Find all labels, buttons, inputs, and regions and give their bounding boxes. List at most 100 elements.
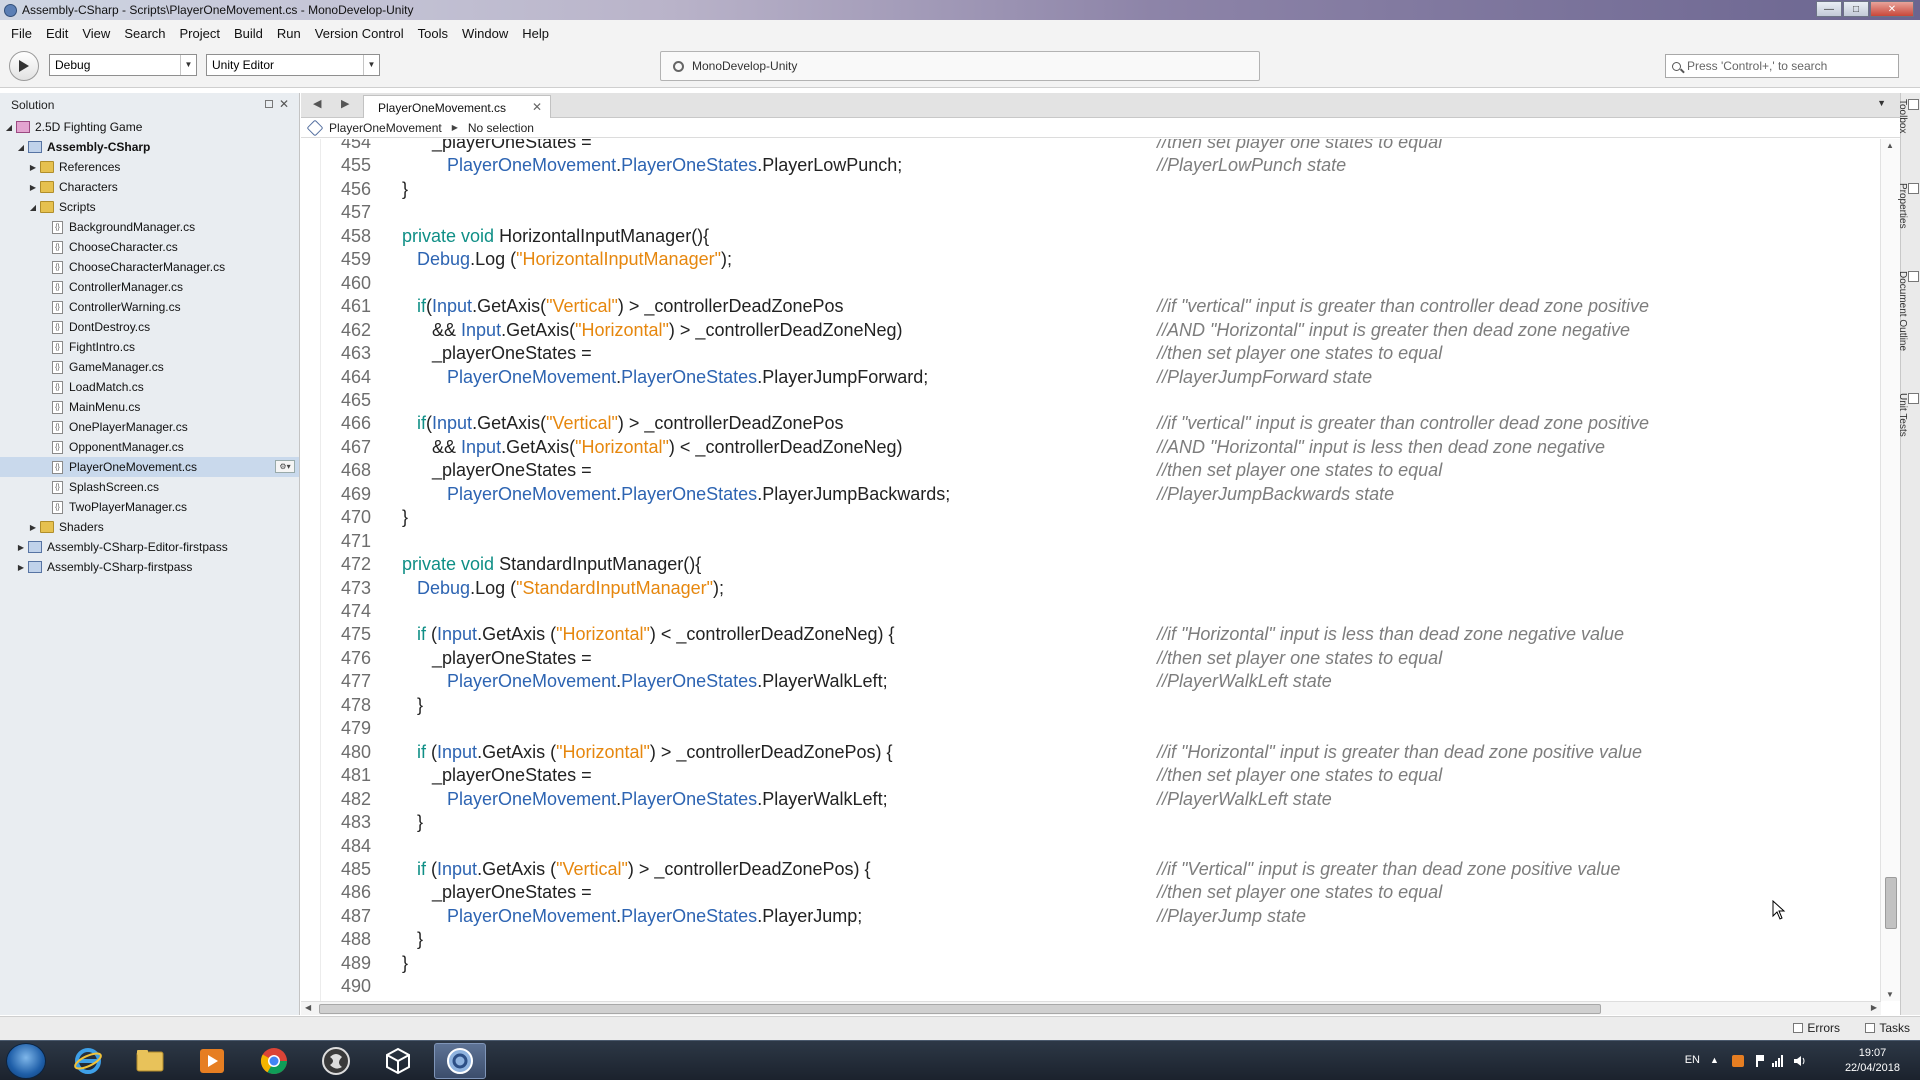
internet-explorer-icon[interactable]	[62, 1043, 114, 1079]
breadcrumb-class[interactable]: PlayerOneMovement	[329, 121, 442, 135]
code-line[interactable]: 471	[301, 530, 1881, 553]
tree-item[interactable]: {} LoadMatch.cs	[0, 377, 299, 397]
code-line[interactable]: 465	[301, 389, 1881, 412]
media-player-icon[interactable]	[186, 1043, 238, 1079]
code-line[interactable]: 474	[301, 600, 1881, 623]
code-line[interactable]: 481 _playerOneStates = //then set player …	[301, 764, 1881, 787]
tree-item[interactable]: {} MainMenu.cs	[0, 397, 299, 417]
maximize-icon[interactable]: □	[1843, 1, 1869, 17]
code-line[interactable]: 462 && Input.GetAxis("Horizontal") > _co…	[301, 319, 1881, 342]
tab-list-icon[interactable]: ▼	[1877, 98, 1886, 108]
tree-item[interactable]: ◢ Scripts	[0, 197, 299, 217]
tree-item[interactable]: {} DontDestroy.cs	[0, 317, 299, 337]
collapsed-arrow-icon[interactable]: ▶	[28, 183, 38, 192]
chrome-icon[interactable]	[248, 1043, 300, 1079]
code-line[interactable]: 473 Debug.Log ("StandardInputManager");	[301, 577, 1881, 600]
menu-project[interactable]: Project	[173, 26, 227, 41]
pad-unit-tests[interactable]: Unit Tests	[1897, 393, 1919, 437]
pad-properties[interactable]: Properties	[1897, 183, 1919, 229]
tree-item[interactable]: {} FightIntro.cs	[0, 337, 299, 357]
code-line[interactable]: 464 PlayerOneMovement.PlayerOneStates.Pl…	[301, 366, 1881, 389]
network-icon[interactable]	[1772, 1055, 1784, 1067]
code-line[interactable]: 475 if (Input.GetAxis ("Horizontal") < _…	[301, 623, 1881, 646]
code-line[interactable]: 455 PlayerOneMovement.PlayerOneStates.Pl…	[301, 154, 1881, 177]
code-line[interactable]: 490	[301, 975, 1881, 998]
collapsed-arrow-icon[interactable]: ▶	[28, 163, 38, 172]
code-line[interactable]: 459 Debug.Log ("HorizontalInputManager")…	[301, 248, 1881, 271]
code-line[interactable]: 483 }	[301, 811, 1881, 834]
code-line[interactable]: 454 _playerOneStates = //then set player …	[301, 139, 1881, 154]
unity-hub-icon[interactable]	[310, 1043, 362, 1079]
code-line[interactable]: 476 _playerOneStates = //then set player …	[301, 647, 1881, 670]
tree-item[interactable]: {} PlayerOneMovement.cs ⚙▾	[0, 457, 299, 477]
tree-item[interactable]: {} OpponentManager.cs	[0, 437, 299, 457]
horizontal-scroll-thumb[interactable]	[319, 1004, 1601, 1014]
expanded-arrow-icon[interactable]: ◢	[4, 123, 14, 132]
menu-help[interactable]: Help	[515, 26, 556, 41]
code-line[interactable]: 484	[301, 835, 1881, 858]
code-line[interactable]: 468 _playerOneStates = //then set player …	[301, 459, 1881, 482]
pin-icon[interactable]	[265, 100, 273, 108]
collapsed-arrow-icon[interactable]: ▶	[28, 523, 38, 532]
code-line[interactable]: 472 private void StandardInputManager(){	[301, 553, 1881, 576]
scroll-down-icon[interactable]: ▼	[1886, 990, 1894, 999]
minimize-icon[interactable]: —	[1816, 1, 1842, 17]
pad-toolbox[interactable]: Toolbox	[1897, 99, 1919, 133]
code-area[interactable]: 454 _playerOneStates = //then set player …	[301, 139, 1881, 1001]
menu-run[interactable]: Run	[270, 26, 308, 41]
code-line[interactable]: 477 PlayerOneMovement.PlayerOneStates.Pl…	[301, 670, 1881, 693]
tree-item[interactable]: {} ChooseCharacterManager.cs	[0, 257, 299, 277]
menu-tools[interactable]: Tools	[411, 26, 455, 41]
vertical-scrollbar[interactable]: ▲ ▼	[1880, 139, 1900, 1001]
code-line[interactable]: 457	[301, 201, 1881, 224]
menu-search[interactable]: Search	[117, 26, 172, 41]
code-line[interactable]: 456 }	[301, 178, 1881, 201]
menu-window[interactable]: Window	[455, 26, 515, 41]
menu-edit[interactable]: Edit	[39, 26, 75, 41]
tree-item[interactable]: {} OnePlayerManager.cs	[0, 417, 299, 437]
clock[interactable]: 19:07 22/04/2018	[1845, 1046, 1900, 1076]
tree-item[interactable]: ◢ 2.5D Fighting Game	[0, 117, 299, 137]
tray-app-icon[interactable]	[1732, 1055, 1744, 1067]
vertical-scroll-thumb[interactable]	[1885, 877, 1897, 929]
action-center-icon[interactable]	[1756, 1055, 1764, 1067]
expanded-arrow-icon[interactable]: ◢	[28, 203, 38, 212]
menu-file[interactable]: File	[4, 26, 39, 41]
menu-view[interactable]: View	[75, 26, 117, 41]
code-line[interactable]: 469 PlayerOneMovement.PlayerOneStates.Pl…	[301, 483, 1881, 506]
code-line[interactable]: 461 if(Input.GetAxis("Vertical") > _cont…	[301, 295, 1881, 318]
expanded-arrow-icon[interactable]: ◢	[16, 143, 26, 152]
tree-item[interactable]: ▶ References	[0, 157, 299, 177]
language-indicator[interactable]: EN	[1685, 1054, 1700, 1066]
tree-item[interactable]: {} SplashScreen.cs	[0, 477, 299, 497]
tree-item[interactable]: ▶ Shaders	[0, 517, 299, 537]
pad-document-outline[interactable]: Document Outline	[1897, 271, 1919, 351]
code-line[interactable]: 458 private void HorizontalInputManager(…	[301, 225, 1881, 248]
errors-button[interactable]: Errors	[1793, 1021, 1840, 1035]
tree-item[interactable]: {} ChooseCharacter.cs	[0, 237, 299, 257]
configuration-select[interactable]: Debug ▼	[49, 54, 197, 76]
tree-item[interactable]: {} BackgroundManager.cs	[0, 217, 299, 237]
code-line[interactable]: 480 if (Input.GetAxis ("Horizontal") > _…	[301, 741, 1881, 764]
monodevelop-icon[interactable]	[434, 1043, 486, 1079]
tree-item[interactable]: {} TwoPlayerManager.cs	[0, 497, 299, 517]
nav-forward-icon[interactable]: ▶	[341, 97, 349, 110]
volume-icon[interactable]	[1794, 1055, 1806, 1067]
tree-item[interactable]: ▶ Characters	[0, 177, 299, 197]
tree-item[interactable]: ▶ Assembly-CSharp-Editor-firstpass	[0, 537, 299, 557]
horizontal-scrollbar[interactable]: ◀ ▶	[301, 1001, 1881, 1015]
collapsed-arrow-icon[interactable]: ▶	[16, 543, 26, 552]
tree-item[interactable]: {} ControllerWarning.cs	[0, 297, 299, 317]
code-line[interactable]: 463 _playerOneStates = //then set player …	[301, 342, 1881, 365]
code-line[interactable]: 485 if (Input.GetAxis ("Vertical") > _co…	[301, 858, 1881, 881]
collapsed-arrow-icon[interactable]: ▶	[16, 563, 26, 572]
code-line[interactable]: 479	[301, 717, 1881, 740]
code-line[interactable]: 460	[301, 272, 1881, 295]
nav-back-icon[interactable]: ◀	[313, 97, 321, 110]
start-button[interactable]	[6, 1043, 46, 1079]
scroll-right-icon[interactable]: ▶	[1871, 1003, 1877, 1012]
code-line[interactable]: 489 }	[301, 952, 1881, 975]
run-button[interactable]	[9, 51, 39, 81]
scroll-up-icon[interactable]: ▲	[1886, 141, 1894, 150]
code-line[interactable]: 478 }	[301, 694, 1881, 717]
